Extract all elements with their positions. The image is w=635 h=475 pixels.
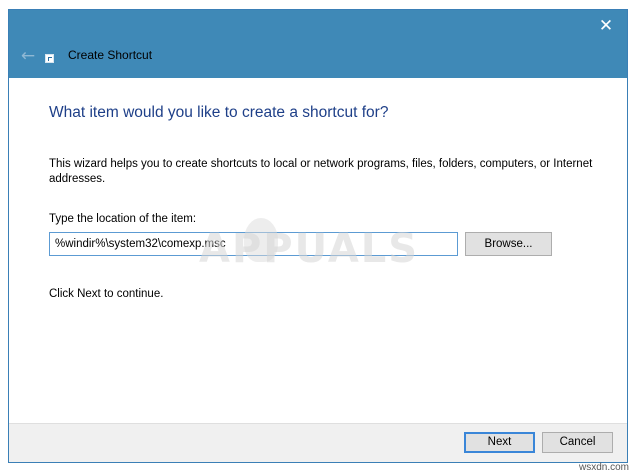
location-input[interactable]	[49, 232, 458, 256]
continue-hint: Click Next to continue.	[49, 288, 164, 300]
back-arrow-icon[interactable]: ←	[17, 45, 39, 67]
browse-button[interactable]: Browse...	[465, 232, 552, 256]
wizard-description: This wizard helps you to create shortcut…	[49, 158, 593, 185]
next-button[interactable]: Next	[464, 432, 535, 453]
site-watermark: wsxdn.com	[578, 462, 629, 473]
shortcut-icon	[45, 54, 54, 63]
title-bar: ✕ ← Create Shortcut	[9, 10, 627, 78]
button-bar: Next Cancel	[9, 423, 627, 462]
close-icon[interactable]: ✕	[595, 15, 617, 37]
page-heading: What item would you like to create a sho…	[49, 104, 389, 121]
wizard-content: What item would you like to create a sho…	[9, 78, 627, 423]
window-title: Create Shortcut	[68, 48, 153, 62]
location-label: Type the location of the item:	[49, 213, 197, 225]
cancel-button[interactable]: Cancel	[542, 432, 613, 453]
create-shortcut-dialog: ✕ ← Create Shortcut What item would you …	[8, 9, 628, 463]
